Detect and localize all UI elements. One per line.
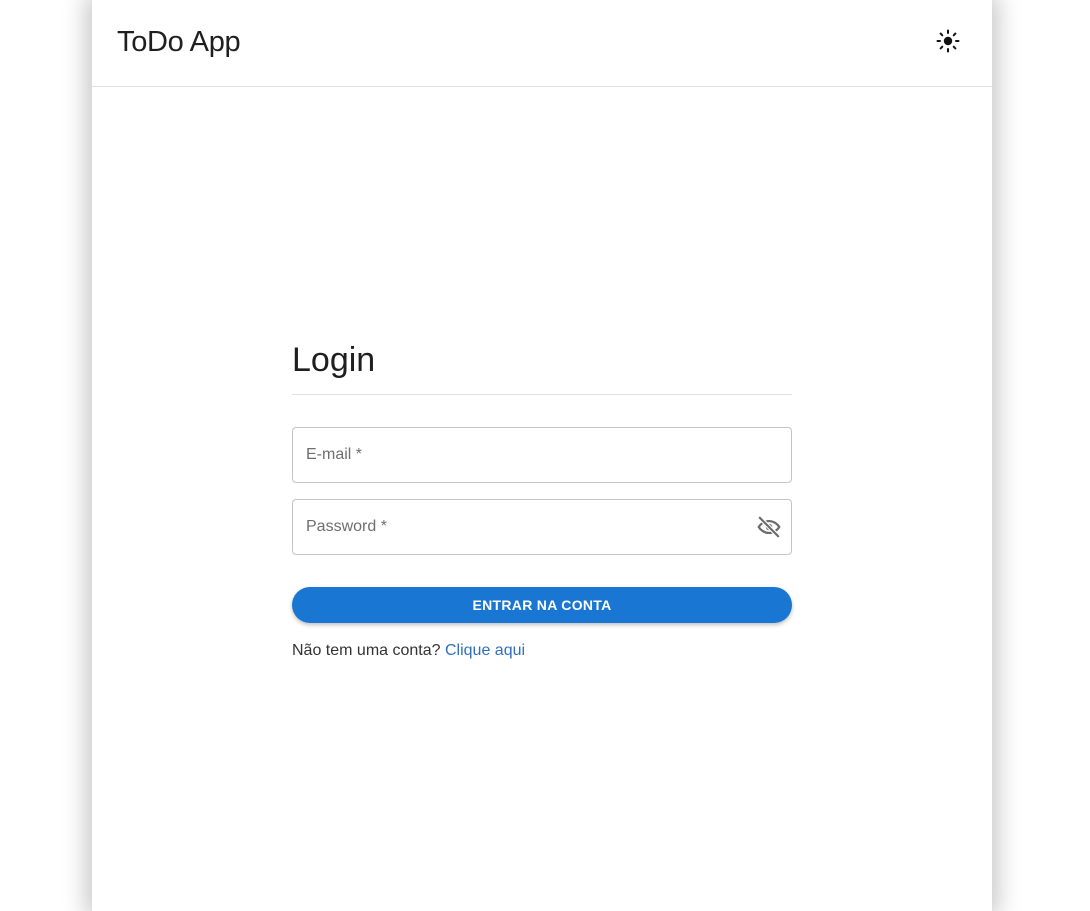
signup-prompt-text: Não tem uma conta? (292, 642, 441, 659)
app-header: ToDo App (92, 0, 992, 87)
password-input[interactable] (306, 500, 746, 554)
app-shell: ToDo App Login E-mail * ENTRAR NA CONTA … (92, 0, 992, 911)
signup-prompt-line: Não tem uma conta? Clique aqui (292, 640, 525, 662)
toggle-password-visibility-button[interactable] (756, 514, 782, 540)
login-form: Login ENTRAR NA CONTA Não tem uma co (292, 338, 792, 659)
password-field[interactable] (292, 499, 792, 555)
app-title: ToDo App (117, 26, 241, 58)
eye-off-icon (756, 516, 782, 543)
theme-toggle-button[interactable] (930, 24, 966, 60)
email-input[interactable] (306, 428, 746, 482)
email-field[interactable] (292, 427, 792, 483)
login-title: Login (292, 341, 376, 379)
login-submit-button[interactable]: ENTRAR NA CONTA (292, 587, 792, 623)
signup-link[interactable]: Clique aqui (445, 642, 525, 659)
sun-icon (936, 29, 960, 56)
title-divider (292, 394, 792, 395)
